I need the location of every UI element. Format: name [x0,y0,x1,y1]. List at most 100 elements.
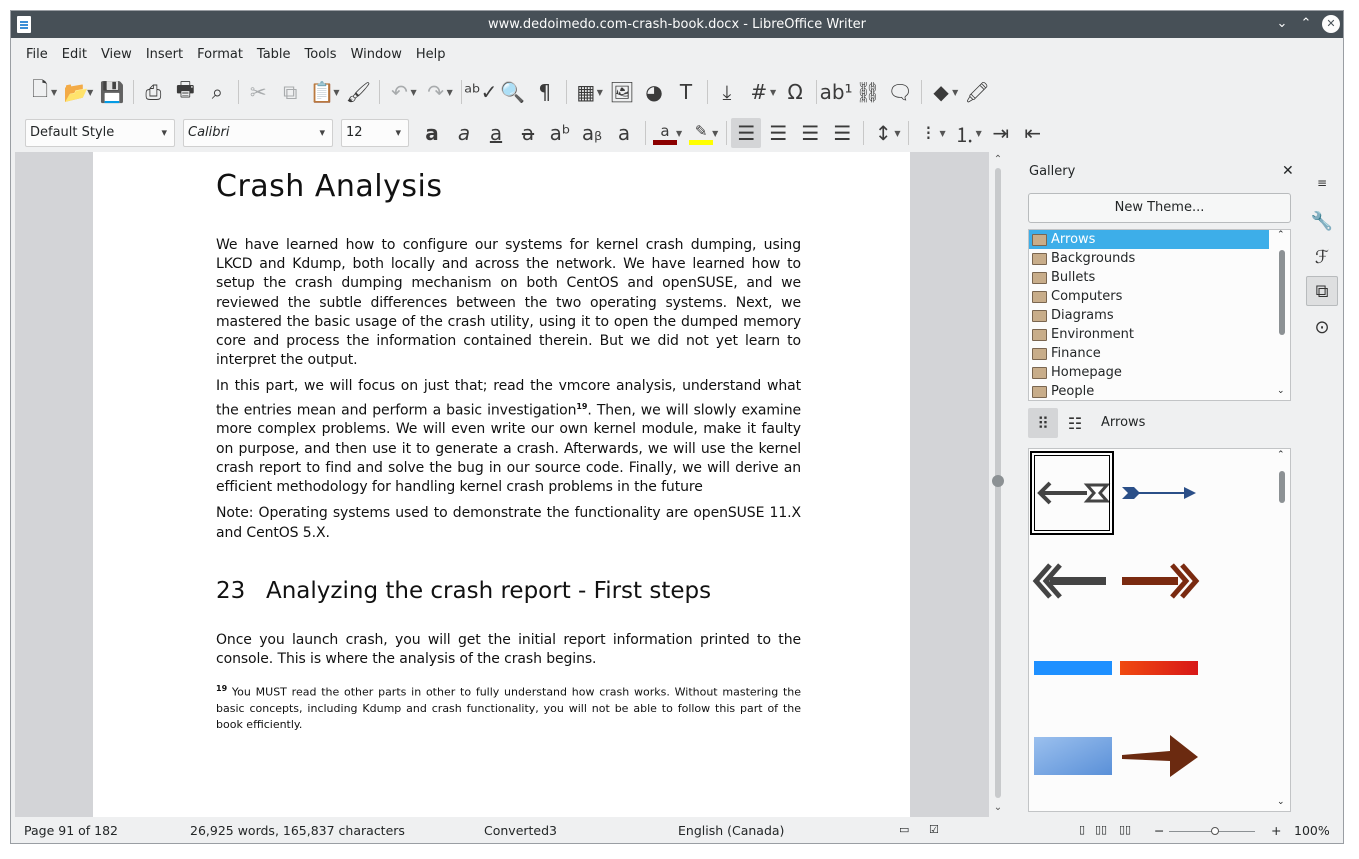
footnote-icon[interactable]: ab¹ [820,77,853,107]
gallery-icon-view[interactable]: ⌃ ⌄ [1028,448,1291,812]
gallery-item-arrow-left-outline[interactable] [1030,451,1114,535]
spelling-icon[interactable]: ᵃᵇ✓ [464,77,497,107]
chevron-down-icon[interactable]: ▾ [395,120,401,146]
minimize-icon[interactable]: ⌄ [1273,15,1291,33]
document-scrollbar[interactable]: ⌃ ⌄ [991,152,1005,817]
shadow-icon[interactable]: a [609,118,639,148]
close-icon[interactable]: ✕ [1282,163,1294,179]
page-count[interactable]: Page 91 of 182 [24,823,118,838]
italic-icon[interactable]: a [449,118,479,148]
gallery-item-arrow-right-double[interactable] [1116,539,1200,623]
zoom-slider-handle[interactable] [1211,827,1219,835]
document-area[interactable]: Crash Analysis We have learned how to co… [15,152,989,817]
subscript-icon[interactable]: aᵦ [577,118,607,148]
theme-item-homepage[interactable]: Homepage [1029,363,1269,382]
zoom-out-icon[interactable]: − [1154,823,1164,838]
scroll-down-icon[interactable]: ⌄ [991,802,1005,813]
document-page[interactable]: Crash Analysis We have learned how to co… [93,152,910,817]
writer-app-icon[interactable] [17,16,31,33]
superscript-icon[interactable]: aᵇ [545,118,575,148]
undo-dropdown-icon[interactable]: ▼ [410,88,416,97]
scroll-down-icon[interactable]: ⌄ [1277,386,1285,396]
menu-table[interactable]: Table [250,47,298,62]
table-dropdown-icon[interactable]: ▼ [597,88,603,97]
scroll-up-icon[interactable]: ⌃ [991,154,1005,165]
footnote-reference[interactable]: 19 [576,402,587,411]
gallery-item-arrow-right-blue[interactable] [1116,451,1200,535]
align-left-icon[interactable]: ☰ [731,118,762,148]
font-color-dropdown-icon[interactable]: ▼ [676,129,682,138]
formatting-marks-icon[interactable]: ¶ [530,77,560,107]
chevron-down-icon[interactable]: ▾ [161,120,167,146]
single-page-view-icon[interactable]: ▯ [1079,823,1085,836]
bullets-dropdown-icon[interactable]: ▼ [939,129,945,138]
paste-dropdown-icon[interactable]: ▼ [333,88,339,97]
decrease-indent-icon[interactable]: ⇤ [1018,118,1048,148]
copy-icon[interactable]: ⧉ [275,77,305,107]
draw-functions-icon[interactable]: 🖍 [962,77,992,107]
underline-icon[interactable]: a [481,118,511,148]
menu-help[interactable]: Help [409,47,453,62]
gallery-scrollbar[interactable]: ⌃ ⌄ [1276,449,1288,811]
theme-item-bullets[interactable]: Bullets [1029,268,1269,287]
gallery-item-arrow-right-solid[interactable] [1116,715,1200,799]
menu-window[interactable]: Window [344,47,409,62]
save-icon[interactable]: 💾 [97,77,127,107]
zoom-in-icon[interactable]: + [1271,823,1281,838]
theme-item-environment[interactable]: Environment [1029,325,1269,344]
theme-item-people[interactable]: People [1029,382,1269,400]
page-style[interactable]: Converted3 [484,823,557,838]
cut-icon[interactable]: ✂ [243,77,273,107]
line-spacing-dropdown-icon[interactable]: ▼ [894,129,900,138]
insert-chart-icon[interactable]: ◕ [639,77,669,107]
theme-list[interactable]: Arrows Backgrounds Bullets Computers Dia… [1028,229,1291,401]
align-center-icon[interactable]: ☰ [763,118,793,148]
zoom-level[interactable]: 100% [1294,823,1330,838]
gallery-item-bar-red[interactable] [1116,627,1200,711]
align-right-icon[interactable]: ☰ [795,118,825,148]
selection-mode-icon[interactable]: ▭ [899,823,909,836]
scroll-up-icon[interactable]: ⌃ [1277,450,1285,460]
new-theme-button[interactable]: New Theme... [1028,193,1291,223]
language[interactable]: English (Canada) [678,823,784,838]
theme-item-arrows[interactable]: Arrows [1029,230,1269,249]
theme-item-computers[interactable]: Computers [1029,287,1269,306]
numbering-dropdown-icon[interactable]: ▼ [976,129,982,138]
paragraph-style-combo[interactable]: Default Style ▾ [25,119,175,147]
scrollbar-handle[interactable] [1279,471,1285,503]
page-break-icon[interactable]: ⤓ [712,77,742,107]
insert-textbox-icon[interactable]: T [671,77,701,107]
bold-icon[interactable]: a [417,118,447,148]
document-modified-icon[interactable]: ☑ [929,823,939,836]
sidebar-settings-icon[interactable]: ≡ [1306,168,1338,198]
properties-icon[interactable]: 🔧 [1306,206,1338,236]
multi-page-view-icon[interactable]: ▯▯ [1095,823,1107,836]
scrollbar-handle[interactable] [1279,250,1285,335]
hyperlink-icon[interactable]: ⛓ [853,77,883,107]
gallery-item-bar-blue[interactable] [1030,627,1114,711]
comment-icon[interactable]: 🗨 [885,77,915,107]
menu-insert[interactable]: Insert [139,47,190,62]
font-name-combo[interactable]: Calibri ▾ [183,119,333,147]
menu-file[interactable]: File [19,47,55,62]
menu-format[interactable]: Format [190,47,250,62]
navigator-icon[interactable]: ⊙ [1306,312,1338,342]
menu-view[interactable]: View [94,47,139,62]
close-icon[interactable]: ✕ [1322,15,1340,33]
redo-dropdown-icon[interactable]: ▼ [447,88,453,97]
book-view-icon[interactable]: ▯▯ [1119,823,1131,836]
clone-formatting-icon[interactable]: 🖌 [343,77,373,107]
theme-list-scrollbar[interactable]: ⌃ ⌄ [1276,230,1288,400]
word-count[interactable]: 26,925 words, 165,837 characters [190,823,405,838]
scroll-up-icon[interactable]: ⌃ [1277,230,1285,240]
font-size-combo[interactable]: 12 ▾ [341,119,409,147]
find-replace-icon[interactable]: 🔍 [498,77,528,107]
special-character-icon[interactable]: Ω [780,77,810,107]
maximize-icon[interactable]: ⌃ [1297,15,1315,33]
export-pdf-icon[interactable]: ⎙ [138,77,168,107]
open-dropdown-icon[interactable]: ▼ [87,88,93,97]
print-icon[interactable]: 🖶 [170,77,200,107]
theme-item-backgrounds[interactable]: Backgrounds [1029,249,1269,268]
shapes-dropdown-icon[interactable]: ▼ [952,88,958,97]
gallery-item-block-blue[interactable] [1030,715,1114,799]
